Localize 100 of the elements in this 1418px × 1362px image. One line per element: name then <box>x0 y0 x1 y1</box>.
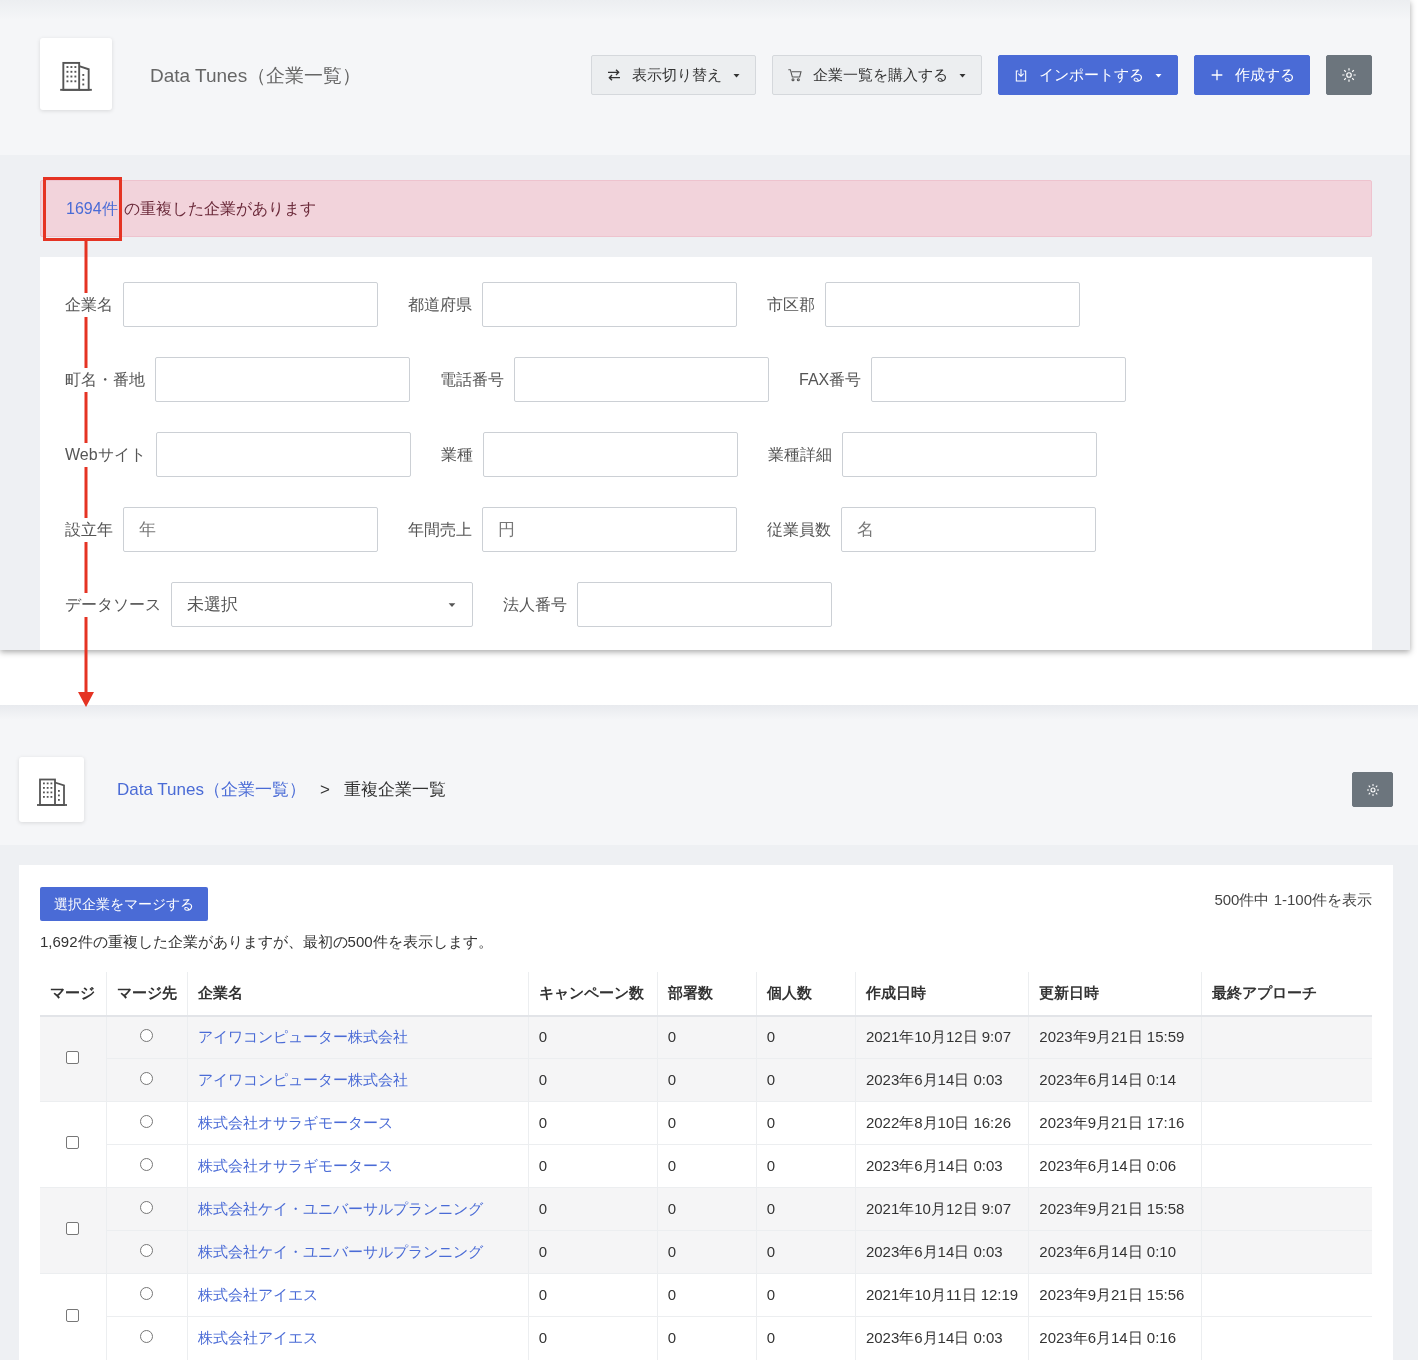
view-toggle-button[interactable]: 表示切り替え <box>591 55 756 95</box>
column-header: 部署数 <box>657 971 757 1016</box>
input-field[interactable] <box>123 282 378 327</box>
import-icon <box>1013 67 1029 83</box>
table-cell: 0 <box>756 1273 856 1317</box>
input-field[interactable]: 円 <box>482 507 737 552</box>
radio-button[interactable] <box>140 1114 154 1128</box>
breadcrumb-link[interactable]: Data Tunes（企業一覧） <box>117 777 306 803</box>
cart-icon <box>787 67 803 83</box>
input-field[interactable] <box>871 357 1127 402</box>
table-cell: 0 <box>528 1230 658 1274</box>
checkbox[interactable] <box>66 1222 80 1236</box>
field-label: Webサイト <box>65 442 146 467</box>
notice-text: 1,692件の重複した企業がありますが、最初の500件を表示します。 <box>40 932 494 952</box>
table-cell: 2023年6月14日 0:03 <box>855 1230 1029 1274</box>
radio-button[interactable] <box>140 1243 154 1257</box>
settings-button[interactable] <box>1352 772 1393 807</box>
input-field[interactable] <box>825 282 1080 327</box>
table-cell: 2023年6月14日 0:03 <box>855 1316 1029 1360</box>
input-field[interactable] <box>514 357 769 402</box>
table-cell: 2022年8月10日 16:26 <box>855 1101 1029 1145</box>
table-cell: 0 <box>756 1187 856 1231</box>
company-link[interactable]: 株式会社アイエス <box>197 1285 318 1303</box>
checkbox[interactable] <box>66 1050 80 1064</box>
breadcrumb-separator: > <box>319 779 330 801</box>
import-button[interactable]: インポートする <box>998 55 1178 95</box>
table-cell: 0 <box>657 1015 757 1059</box>
column-header: キャンペーン数 <box>528 971 658 1016</box>
input-field[interactable] <box>841 432 1097 477</box>
table-cell: 0 <box>657 1187 757 1231</box>
radio-button[interactable] <box>140 1157 154 1171</box>
input-field[interactable] <box>155 432 411 477</box>
range-text: 500件中 1-100件を表示 <box>1214 890 1372 910</box>
column-header: 更新日時 <box>1028 971 1202 1016</box>
table-cell: 0 <box>756 1058 856 1102</box>
field-label: 企業名 <box>65 292 113 317</box>
table-cell: 0 <box>528 1273 658 1317</box>
input-field[interactable] <box>482 432 738 477</box>
field-label: 町名・番地 <box>65 367 145 392</box>
field-label: 設立年 <box>65 517 113 542</box>
merge-button[interactable]: 選択企業をマージする <box>40 887 208 921</box>
radio-button[interactable] <box>140 1029 154 1042</box>
table-cell: 0 <box>528 1187 658 1231</box>
page-title: Data Tunes（企業一覧） <box>150 64 362 88</box>
input-field[interactable] <box>577 582 832 627</box>
column-header: マージ <box>40 971 107 1016</box>
table-cell: 0 <box>756 1101 856 1145</box>
create-button[interactable]: 作成する <box>1194 55 1310 95</box>
table-cell: 2023年9月21日 15:56 <box>1028 1273 1202 1317</box>
input-field[interactable]: 名 <box>841 507 1096 552</box>
select-field[interactable]: 未選択 <box>171 582 473 627</box>
table-cell: 2023年6月14日 0:16 <box>1028 1316 1202 1360</box>
checkbox[interactable] <box>66 1136 80 1150</box>
table-cell: 0 <box>528 1058 658 1102</box>
table-cell: 2023年6月14日 0:03 <box>855 1058 1029 1102</box>
table-cell: 2021年10月12日 9:07 <box>855 1015 1029 1059</box>
settings-icon <box>1364 781 1381 798</box>
input-field[interactable] <box>155 357 410 402</box>
table-cell: 2021年10月12日 9:07 <box>855 1187 1029 1231</box>
table-cell: 0 <box>528 1101 658 1145</box>
table-cell: 2023年6月14日 0:10 <box>1028 1230 1202 1274</box>
purchase-button[interactable]: 企業一覧を購入する <box>772 55 982 95</box>
radio-button[interactable] <box>140 1071 154 1085</box>
duplicate-count-link[interactable]: 1694件 <box>66 199 118 217</box>
breadcrumb-current: 重複企業一覧 <box>343 779 446 801</box>
table-cell: 0 <box>528 1015 658 1059</box>
table-cell: 2023年9月21日 17:16 <box>1028 1101 1202 1145</box>
radio-button[interactable] <box>140 1286 154 1300</box>
settings-icon <box>1340 66 1358 84</box>
radio-button[interactable] <box>140 1200 154 1214</box>
table-cell: 0 <box>756 1230 856 1274</box>
table-cell: 0 <box>657 1316 757 1360</box>
column-header: 企業名 <box>187 971 529 1016</box>
table-cell: 0 <box>657 1058 757 1102</box>
column-header: 作成日時 <box>855 971 1029 1016</box>
table-cell: 2023年6月14日 0:14 <box>1028 1058 1202 1102</box>
table-cell: 0 <box>657 1101 757 1145</box>
table-cell: 0 <box>756 1316 856 1360</box>
table-cell: 0 <box>657 1273 757 1317</box>
settings-button[interactable] <box>1326 55 1372 95</box>
column-header: マージ先 <box>106 971 188 1016</box>
select-value: 未選択 <box>187 593 238 616</box>
column-header: 最終アプローチ <box>1201 971 1372 1016</box>
table-cell: 2023年9月21日 15:58 <box>1028 1187 1202 1231</box>
swap-arrows-icon <box>606 67 622 83</box>
input-field[interactable] <box>482 282 737 327</box>
company-link[interactable]: 株式会社オサラギモータース <box>197 1113 393 1131</box>
checkbox[interactable] <box>66 1308 80 1322</box>
table-cell: 2021年10月11日 12:19 <box>855 1273 1029 1317</box>
company-link[interactable]: 株式会社オサラギモータース <box>197 1156 393 1174</box>
radio-button[interactable] <box>140 1330 154 1343</box>
input-field[interactable]: 年 <box>123 507 378 552</box>
table-cell: 0 <box>756 1015 856 1059</box>
company-link[interactable]: 株式会社アイエス <box>197 1329 318 1346</box>
table-cell: 2023年9月21日 15:59 <box>1028 1015 1202 1059</box>
column-header: 個人数 <box>756 971 856 1016</box>
table-cell: 0 <box>528 1316 658 1360</box>
field-label: データソース <box>65 592 161 617</box>
table-cell: 0 <box>657 1230 757 1274</box>
plus-icon <box>1209 67 1225 83</box>
